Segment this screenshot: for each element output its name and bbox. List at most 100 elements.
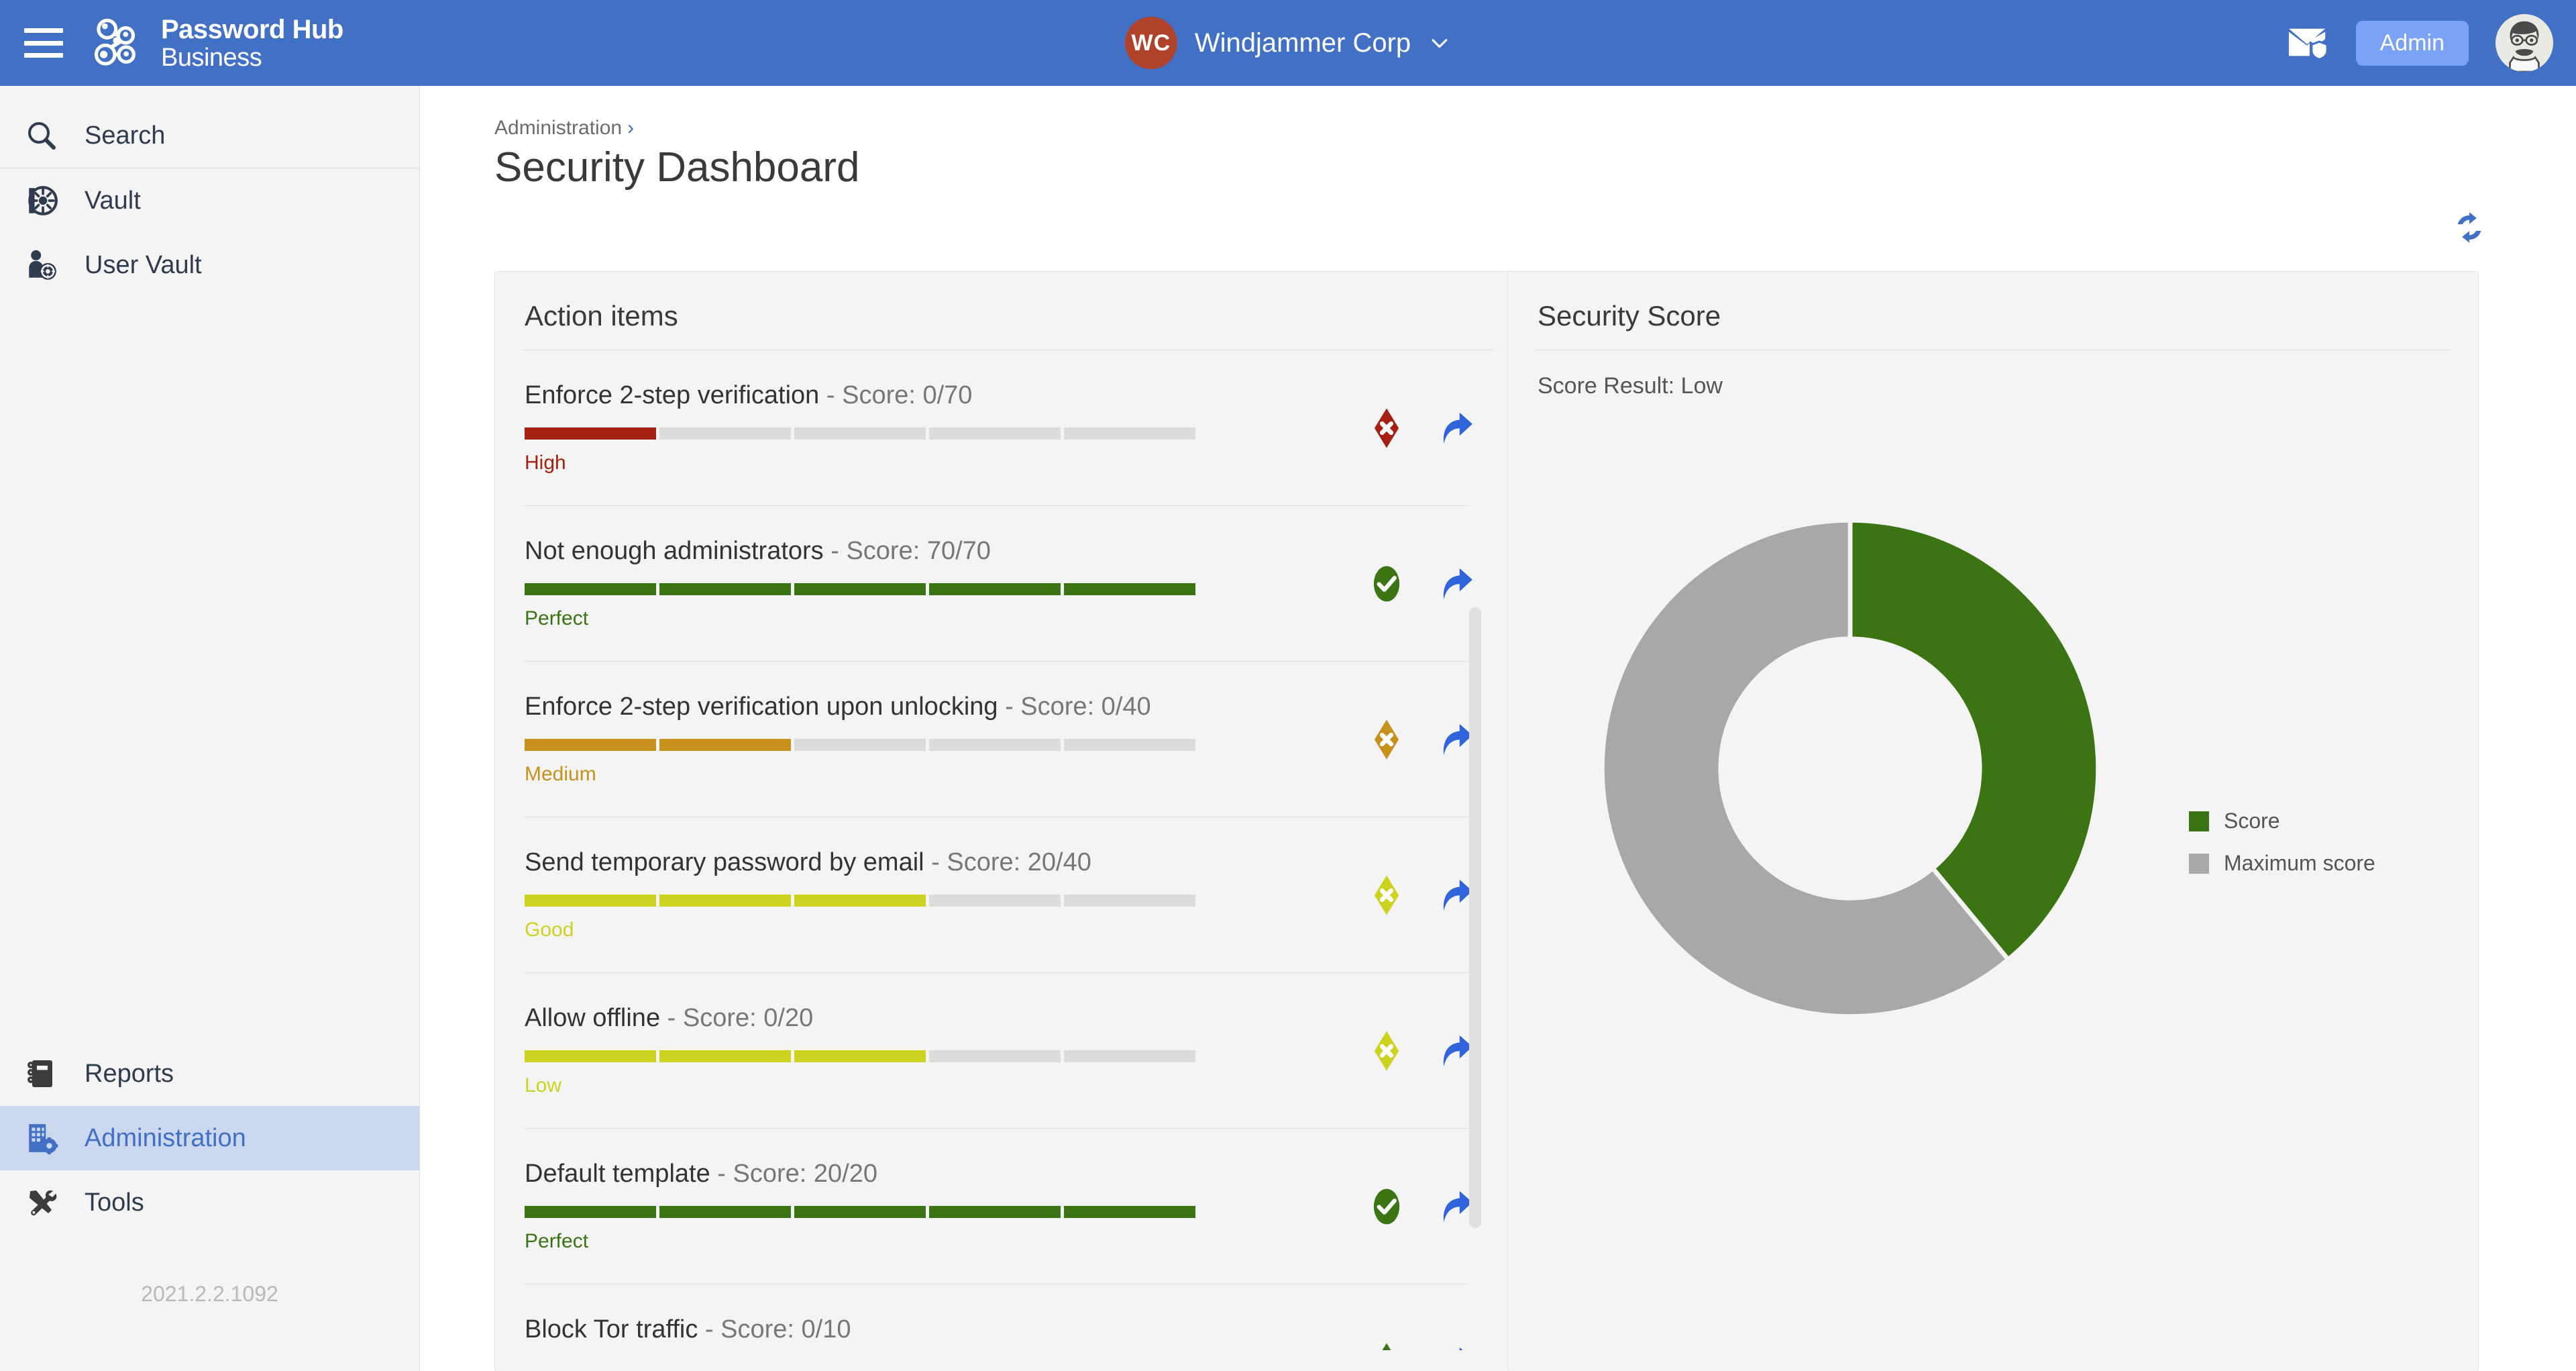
action-item-row[interactable]: Default template - Score: 20/20Perfect: [525, 1129, 1469, 1284]
action-item-title: Send temporary password by email - Score…: [525, 848, 1469, 877]
status-issue-button[interactable]: [1366, 1030, 1407, 1072]
sidebar-item-user-vault[interactable]: User Vault: [0, 233, 419, 297]
status-ok-button[interactable]: [1366, 563, 1407, 605]
action-item-level: Good: [525, 919, 1469, 942]
status-issue-button[interactable]: [1366, 1342, 1407, 1351]
hamburger-bar: [24, 53, 63, 58]
progress-segment: [794, 427, 926, 440]
progress-segment: [794, 739, 926, 751]
action-item-actions: [1366, 874, 1476, 916]
progress-segment: [525, 1206, 656, 1218]
go-to-setting-arrow-icon: [1434, 1342, 1476, 1351]
action-item-name: Block Tor traffic: [525, 1315, 698, 1343]
progress-segment: [659, 895, 791, 907]
donut-chart: [1568, 487, 2132, 1050]
action-item-title: Default template - Score: 20/20: [525, 1160, 1469, 1188]
progress-segment: [929, 583, 1061, 595]
progress-segment: [1064, 895, 1195, 907]
sidebar-item-reports[interactable]: Reports: [0, 1042, 419, 1106]
action-item-score: - Score: 20/20: [710, 1160, 877, 1188]
status-issue-button[interactable]: [1366, 407, 1407, 449]
action-item-name: Default template: [525, 1160, 710, 1188]
legend-item-score[interactable]: Score: [2189, 809, 2375, 833]
app-header: Password Hub Business WC Windjammer Corp…: [0, 0, 2576, 86]
scrollbar-thumb[interactable]: [1469, 607, 1481, 1228]
user-avatar-icon: [2496, 14, 2553, 72]
progress-segment: [1064, 427, 1195, 440]
action-item-progress-bar: [525, 1206, 1195, 1218]
action-item-row[interactable]: Allow offline - Score: 0/20 Low: [525, 973, 1469, 1129]
action-item-level: High: [525, 452, 1469, 474]
sidebar-item-administration[interactable]: Administration: [0, 1106, 419, 1170]
sidebar-bottom-nav: Reports A: [0, 1042, 419, 1371]
hamburger-bar: [24, 28, 63, 33]
action-item-score: - Score: 0/40: [998, 693, 1151, 721]
breadcrumb-root[interactable]: Administration: [494, 117, 622, 139]
sidebar-item-vault[interactable]: Vault: [0, 168, 419, 233]
progress-segment: [525, 739, 656, 751]
action-item-name: Allow offline: [525, 1004, 660, 1032]
diamond-x-icon: [1366, 1030, 1407, 1072]
action-items-panel: Action items Enforce 2-step verification…: [494, 271, 1521, 1371]
action-item-row[interactable]: Send temporary password by email - Score…: [525, 817, 1469, 973]
action-item-level: Medium: [525, 763, 1469, 786]
security-score-panel: Security Score Score Result: Low Score M…: [1507, 271, 2479, 1371]
progress-segment: [659, 739, 791, 751]
check-circle-icon: [1366, 563, 1407, 605]
progress-segment: [794, 1206, 926, 1218]
breadcrumb-separator: ›: [627, 117, 634, 139]
action-items-list: Enforce 2-step verification - Score: 0/7…: [525, 350, 1516, 1350]
sidebar-item-search[interactable]: Search: [0, 103, 419, 168]
action-item-row[interactable]: Block Tor traffic - Score: 0/10: [525, 1284, 1469, 1350]
action-item-progress-bar: [525, 895, 1195, 907]
status-issue-button[interactable]: [1366, 719, 1407, 760]
sidebar-item-label: Reports: [85, 1060, 174, 1088]
score-result-label: Score Result: Low: [1508, 350, 2478, 399]
go-to-setting-button[interactable]: [1434, 407, 1476, 449]
admin-badge-button[interactable]: Admin: [2356, 21, 2469, 66]
progress-segment: [929, 1206, 1061, 1218]
legend-item-maximum-score[interactable]: Maximum score: [2189, 851, 2375, 876]
action-item-score: - Score: 0/70: [819, 381, 972, 409]
brand-logo-area[interactable]: Password Hub Business: [90, 14, 343, 72]
progress-segment: [1064, 583, 1195, 595]
org-switcher[interactable]: WC Windjammer Corp: [1125, 17, 1451, 69]
brand-title: Password Hub: [161, 16, 343, 43]
status-ok-button[interactable]: [1366, 1186, 1407, 1227]
action-item-name: Enforce 2-step verification: [525, 381, 819, 409]
diamond-x-icon: [1366, 719, 1407, 760]
sidebar: Search Vault: [0, 86, 420, 1371]
go-to-setting-button[interactable]: [1434, 1342, 1476, 1351]
legend-label: Score: [2224, 809, 2280, 833]
progress-segment: [659, 1050, 791, 1062]
action-item-row[interactable]: Not enough administrators - Score: 70/70…: [525, 506, 1469, 662]
sidebar-item-label: Tools: [85, 1188, 144, 1217]
progress-segment: [1064, 1206, 1195, 1218]
reports-notebook-icon: [23, 1055, 60, 1093]
legend-swatch-maximum-score: [2189, 854, 2209, 874]
action-item-title: Allow offline - Score: 0/20: [525, 1004, 1469, 1033]
action-item-row[interactable]: Enforce 2-step verification - Score: 0/7…: [525, 350, 1469, 506]
header-actions: Admin: [2288, 14, 2553, 72]
action-items-title: Action items: [495, 272, 1520, 350]
action-item-progress-bar: [525, 583, 1195, 595]
action-item-progress-bar: [525, 1050, 1195, 1062]
mail-shield-icon[interactable]: [2288, 26, 2329, 60]
progress-segment: [794, 895, 926, 907]
check-circle-icon: [1366, 1186, 1407, 1227]
avatar[interactable]: [2496, 14, 2553, 72]
status-issue-button[interactable]: [1366, 874, 1407, 916]
action-items-scrollbar[interactable]: [1469, 607, 1481, 1228]
sidebar-item-label: User Vault: [85, 251, 202, 280]
hamburger-icon[interactable]: [24, 28, 63, 58]
org-avatar: WC: [1125, 17, 1177, 69]
tools-wrench-icon: [23, 1184, 60, 1221]
refresh-button[interactable]: [2446, 204, 2493, 251]
go-to-setting-button[interactable]: [1434, 563, 1476, 605]
action-item-score: - Score: 20/40: [924, 848, 1091, 876]
progress-segment: [659, 1206, 791, 1218]
progress-segment: [929, 427, 1061, 440]
sidebar-item-tools[interactable]: Tools: [0, 1170, 419, 1235]
action-item-row[interactable]: Enforce 2-step verification upon unlocki…: [525, 662, 1469, 817]
action-item-level: Low: [525, 1074, 1469, 1097]
